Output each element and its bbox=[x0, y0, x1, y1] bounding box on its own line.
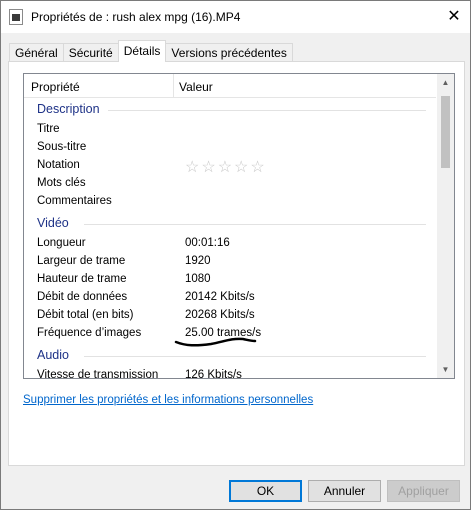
ok-button[interactable]: OK bbox=[229, 480, 302, 502]
property-value[interactable]: 20268 Kbits/s bbox=[185, 309, 255, 321]
vertical-scrollbar[interactable]: ▲ ▼ bbox=[437, 74, 454, 378]
property-value[interactable]: 1080 bbox=[185, 273, 211, 285]
star-icon[interactable]: ☆ bbox=[250, 160, 264, 176]
tab-previous-versions[interactable]: Versions précédentes bbox=[165, 43, 293, 62]
close-button[interactable]: ✕ bbox=[444, 7, 464, 27]
tab-security[interactable]: Sécurité bbox=[62, 43, 119, 62]
group-audio[interactable]: Audio bbox=[37, 348, 69, 362]
title-bar: Propriétés de : rush alex mpg (16).MP4 ✕ bbox=[1, 1, 470, 33]
window-title: Propriétés de : rush alex mpg (16).MP4 bbox=[31, 10, 241, 24]
group-description[interactable]: Description bbox=[37, 102, 100, 116]
group-divider bbox=[84, 356, 426, 357]
group-video[interactable]: Vidéo bbox=[37, 216, 69, 230]
property-name[interactable]: Débit total (en bits) bbox=[37, 309, 134, 321]
property-name[interactable]: Sous-titre bbox=[37, 141, 86, 153]
property-name[interactable]: Titre bbox=[37, 123, 60, 135]
properties-list[interactable]: Propriété Valeur Description Titre Sous-… bbox=[23, 73, 455, 379]
scroll-thumb[interactable] bbox=[441, 96, 450, 168]
star-icon[interactable]: ☆ bbox=[218, 160, 232, 176]
star-icon[interactable]: ☆ bbox=[185, 160, 199, 176]
property-name[interactable]: Mots clés bbox=[37, 177, 86, 189]
scroll-up-arrow-icon[interactable]: ▲ bbox=[437, 74, 454, 91]
rating-stars[interactable]: ☆ ☆ ☆ ☆ ☆ bbox=[185, 160, 265, 176]
property-value[interactable]: 20142 Kbits/s bbox=[185, 291, 255, 303]
tab-strip: Général Sécurité Détails Versions précéd… bbox=[9, 40, 293, 62]
remove-properties-link[interactable]: Supprimer les propriétés et les informat… bbox=[23, 394, 313, 406]
details-panel: Propriété Valeur Description Titre Sous-… bbox=[8, 61, 465, 466]
property-name[interactable]: Fréquence d’images bbox=[37, 327, 141, 339]
cancel-button[interactable]: Annuler bbox=[308, 480, 381, 502]
property-value[interactable]: 126 Kbits/s bbox=[185, 369, 242, 378]
property-value[interactable]: 00:01:16 bbox=[185, 237, 230, 249]
group-divider bbox=[108, 110, 426, 111]
tab-details[interactable]: Détails bbox=[117, 40, 167, 62]
property-value[interactable]: 1920 bbox=[185, 255, 211, 267]
property-name[interactable]: Débit de données bbox=[37, 291, 127, 303]
apply-button[interactable]: Appliquer bbox=[387, 480, 460, 502]
star-icon[interactable]: ☆ bbox=[234, 160, 248, 176]
star-icon[interactable]: ☆ bbox=[201, 160, 215, 176]
property-name[interactable]: Vitesse de transmission bbox=[37, 369, 158, 378]
list-header: Propriété Valeur bbox=[24, 74, 436, 98]
tab-general[interactable]: Général bbox=[9, 43, 64, 62]
column-separator[interactable] bbox=[173, 74, 174, 98]
file-icon bbox=[9, 9, 23, 25]
properties-dialog: Propriétés de : rush alex mpg (16).MP4 ✕… bbox=[0, 0, 471, 510]
column-header-property[interactable]: Propriété bbox=[31, 80, 80, 94]
property-name[interactable]: Longueur bbox=[37, 237, 86, 249]
property-name[interactable]: Commentaires bbox=[37, 195, 112, 207]
property-name[interactable]: Notation bbox=[37, 159, 80, 171]
group-divider bbox=[84, 224, 426, 225]
scroll-down-arrow-icon[interactable]: ▼ bbox=[437, 361, 454, 378]
property-name[interactable]: Hauteur de trame bbox=[37, 273, 127, 285]
property-name[interactable]: Largeur de trame bbox=[37, 255, 125, 267]
property-value[interactable]: 25.00 trames/s bbox=[185, 327, 261, 339]
column-header-value[interactable]: Valeur bbox=[179, 80, 213, 94]
